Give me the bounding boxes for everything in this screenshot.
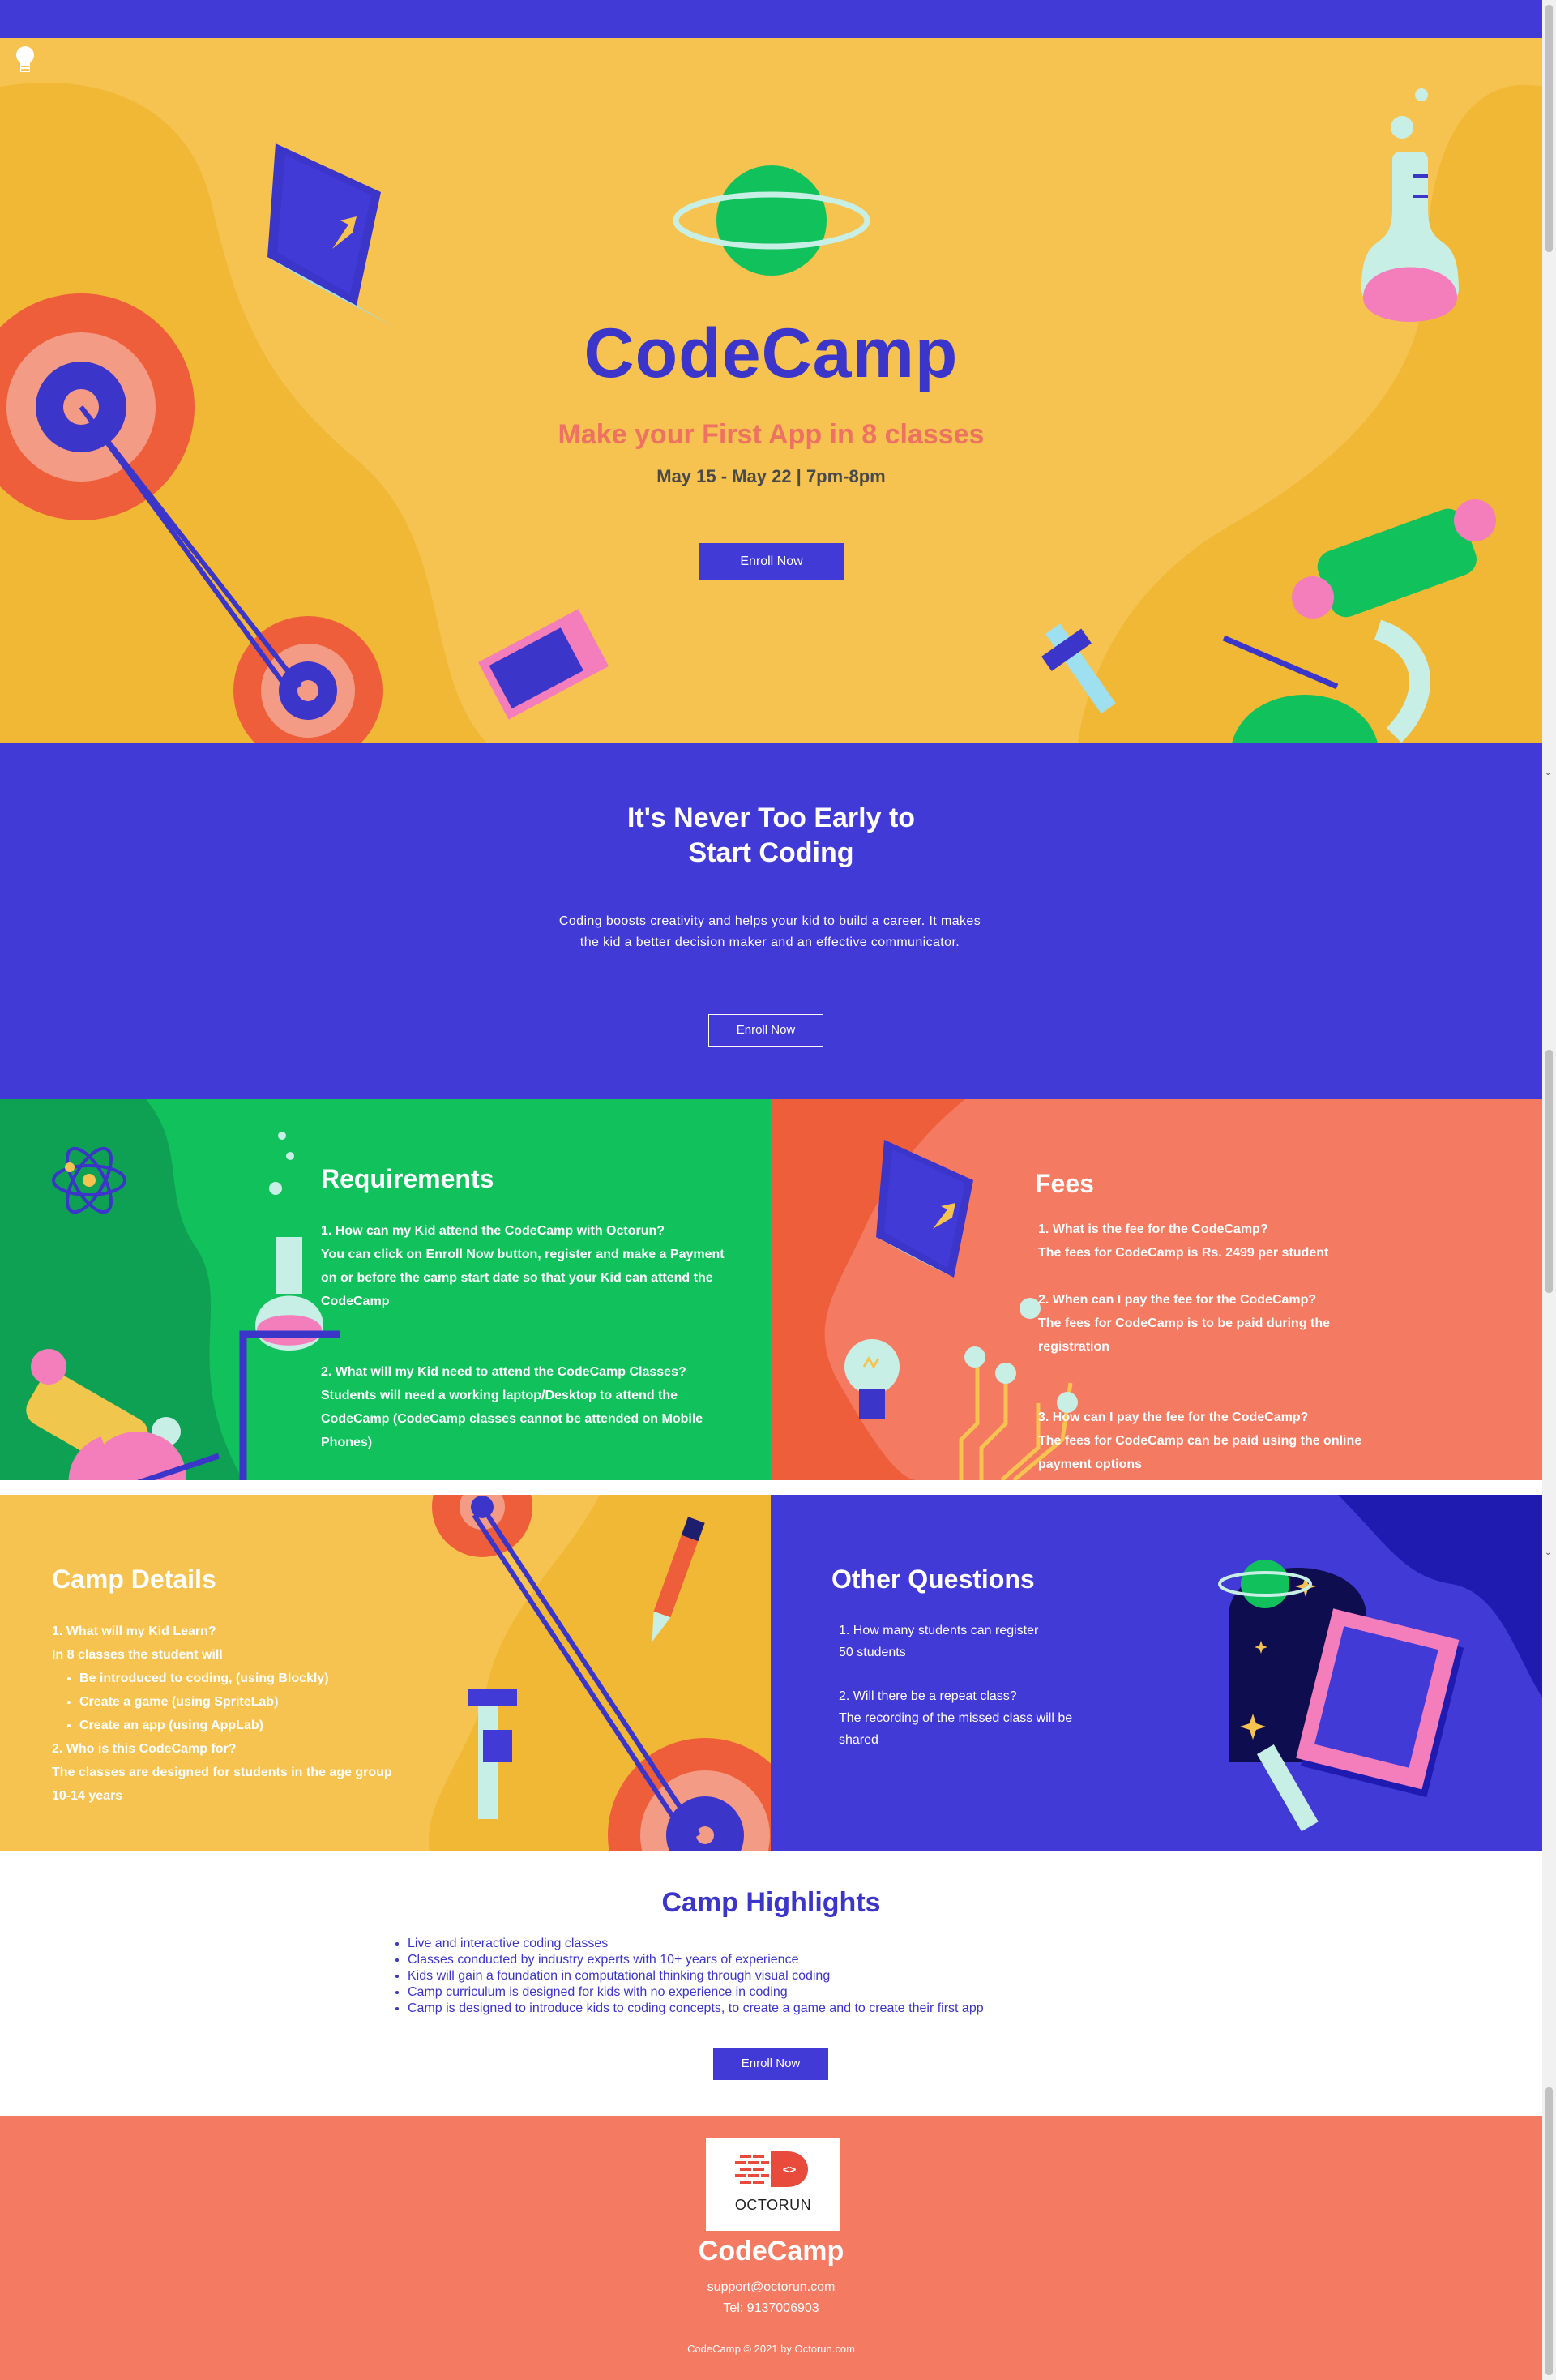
- camp-details-faq: 1. What will my Kid Learn? In 8 classes …: [52, 1620, 392, 1808]
- intro-enroll-button[interactable]: Enroll Now: [708, 1014, 823, 1047]
- hero-subtitle: Make your First App in 8 classes: [558, 419, 985, 450]
- requirements-q2: 2. What will my Kid need to attend the C…: [321, 1365, 686, 1379]
- learn-item: Create a game (using SpriteLab): [79, 1690, 392, 1714]
- highlight-item: Camp is designed to introduce kids to co…: [408, 2001, 984, 2017]
- fees-section: Fees 1. What is the fee for the CodeCamp…: [771, 1099, 1542, 1480]
- fees-q3: 3. How can I pay the fee for the CodeCam…: [1038, 1410, 1309, 1424]
- logo-text: OCTORUN: [734, 2197, 812, 2213]
- octorun-logo[interactable]: <> OCTORUN: [706, 2138, 840, 2231]
- hero-enroll-button[interactable]: Enroll Now: [699, 543, 844, 580]
- highlights-enroll-button[interactable]: Enroll Now: [713, 2048, 828, 2080]
- top-bar: [0, 0, 1542, 38]
- scrollbar-thumb[interactable]: [1545, 2087, 1553, 2375]
- highlights-section: Camp Highlights Live and interactive cod…: [0, 1851, 1542, 2116]
- lightbulb-icon[interactable]: [15, 45, 36, 79]
- other-a2: The recording of the missed class will b…: [839, 1711, 1073, 1747]
- other-a1: 50 students: [839, 1646, 906, 1659]
- scrollbar-thumb[interactable]: [1545, 1050, 1553, 1293]
- learn-item: Create an app (using AppLab): [79, 1714, 392, 1737]
- laptop-icon: [876, 1140, 990, 1295]
- other-questions-section: Other Questions 1. How many students can…: [771, 1495, 1542, 1851]
- footer: <> OCTORUN CodeCamp support@octorun.com …: [0, 2116, 1542, 2380]
- camp-details-q2: 2. Who is this CodeCamp for?: [52, 1742, 237, 1756]
- highlight-item: Classes conducted by industry experts wi…: [408, 1952, 984, 1968]
- camp-details-a2: The classes are designed for students in…: [52, 1766, 392, 1803]
- requirements-section: Requirements 1. How can my Kid attend th…: [0, 1099, 771, 1480]
- requirements-a1: You can click on Enroll Now button, regi…: [321, 1248, 725, 1308]
- highlights-title: Camp Highlights: [661, 1887, 881, 1918]
- highlight-item: Live and interactive coding classes: [408, 1936, 984, 1952]
- planet-icon: [673, 165, 870, 276]
- other-questions-title: Other Questions: [831, 1565, 1035, 1594]
- intro-section: It's Never Too Early to Start Coding Cod…: [0, 743, 1542, 1099]
- calculator-icon: [478, 609, 609, 720]
- camp-details-q1: 1. What will my Kid Learn?: [52, 1624, 216, 1638]
- page-scrollbar[interactable]: ⌄ ⌄: [1542, 0, 1556, 2380]
- section-divider: [0, 1480, 1542, 1495]
- requirements-title: Requirements: [321, 1164, 494, 1193]
- other-questions-faq: 1. How many students can register 50 stu…: [839, 1620, 1098, 1751]
- learn-list: Be introduced to coding, (using Blockly)…: [52, 1667, 392, 1737]
- laptop-icon: [267, 143, 394, 327]
- footer-email[interactable]: support@octorun.com: [0, 2280, 1542, 2295]
- camp-details-section: Camp Details 1. What will my Kid Learn? …: [0, 1495, 771, 1851]
- hero-title: CodeCamp: [584, 315, 959, 392]
- fees-faq: 1. What is the fee for the CodeCamp? The…: [1038, 1218, 1362, 1476]
- fees-title: Fees: [1035, 1169, 1094, 1198]
- fees-q1: 1. What is the fee for the CodeCamp?: [1038, 1222, 1268, 1236]
- other-q1: 1. How many students can register: [839, 1624, 1039, 1637]
- camp-details-title: Camp Details: [52, 1565, 216, 1594]
- intro-text: Coding boosts creativity and helps your …: [558, 914, 981, 949]
- chevron-down-icon[interactable]: ⌄: [1545, 1548, 1551, 1557]
- requirements-a2: Students will need a working laptop/Desk…: [321, 1389, 703, 1449]
- camp-details-a1: In 8 classes the student will: [52, 1648, 223, 1662]
- intro-title-line1: It's Never Too Early to: [626, 803, 916, 833]
- learn-item: Be introduced to coding, (using Blockly): [79, 1667, 392, 1690]
- intro-title-line2: Start Coding: [688, 837, 854, 868]
- footer-copyright: CodeCamp © 2021 by Octorun.com: [687, 2343, 855, 2355]
- intro-title: It's Never Too Early to Start Coding: [0, 801, 1542, 871]
- highlights-list: Live and interactive coding classes Clas…: [393, 1936, 984, 2017]
- page: CodeCamp Make your First App in 8 classe…: [0, 0, 1542, 2380]
- fees-q2: 2. When can I pay the fee for the CodeCa…: [1038, 1293, 1317, 1307]
- requirements-faq: 1. How can my Kid attend the CodeCamp wi…: [321, 1219, 726, 1454]
- fees-a1: The fees for CodeCamp is Rs. 2499 per st…: [1038, 1246, 1329, 1260]
- highlight-item: Camp curriculum is designed for kids wit…: [408, 1984, 984, 2001]
- highlight-item: Kids will gain a foundation in computati…: [408, 1968, 984, 1984]
- fees-a2: The fees for CodeCamp is to be paid duri…: [1038, 1316, 1331, 1354]
- other-q2: 2. Will there be a repeat class?: [839, 1689, 1017, 1703]
- scrollbar-thumb[interactable]: [1545, 5, 1553, 252]
- requirements-q1: 1. How can my Kid attend the CodeCamp wi…: [321, 1224, 665, 1238]
- footer-phone: Tel: 9137006903: [723, 2301, 819, 2315]
- footer-brand: CodeCamp: [698, 2236, 844, 2267]
- hero-date: May 15 - May 22 | 7pm-8pm: [656, 466, 886, 486]
- octorun-logo-icon: <>: [735, 2151, 808, 2187]
- fees-a3: The fees for CodeCamp can be paid using …: [1038, 1434, 1362, 1471]
- chevron-down-icon[interactable]: ⌄: [1545, 768, 1551, 777]
- hero-section: CodeCamp Make your First App in 8 classe…: [0, 38, 1542, 743]
- svg-text:<>: <>: [783, 2164, 797, 2177]
